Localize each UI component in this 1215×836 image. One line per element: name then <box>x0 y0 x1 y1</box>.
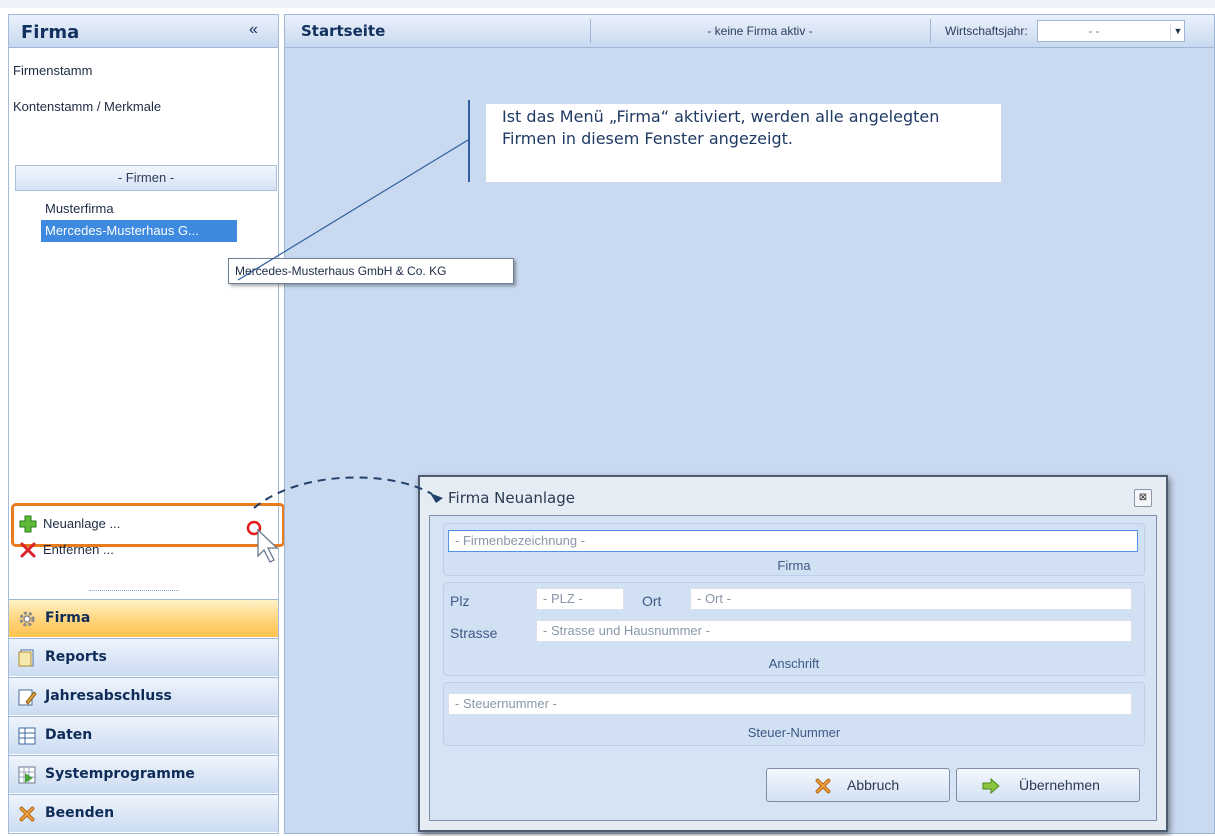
fiscal-year-select[interactable]: - - ▼ <box>1037 20 1185 42</box>
nav-button-jahresabschluss[interactable]: Jahresabschluss <box>9 677 278 715</box>
apply-label: Übernehmen <box>1019 777 1100 793</box>
annotation-bracket <box>468 100 470 182</box>
dialog-title: Firma Neuanlage <box>448 489 575 507</box>
table-icon <box>18 727 36 745</box>
gear-icon <box>19 611 35 627</box>
nav-label-jahresabschluss: Jahresabschluss <box>45 688 172 704</box>
new-company-dialog: Firma Neuanlage ⊠ - Firmenbezeichnung - … <box>418 475 1168 832</box>
address-group: Plz - PLZ - Ort - Ort - Strasse - Strass… <box>443 582 1145 676</box>
firm-list-item[interactable]: Musterfirma <box>41 199 118 218</box>
annotation-callout: Ist das Menü „Firma“ aktiviert, werden a… <box>486 104 1001 182</box>
green-plus-icon <box>19 515 37 533</box>
cancel-icon <box>815 778 831 794</box>
panel-splitter-handle[interactable] <box>89 590 179 595</box>
edit-document-icon <box>18 689 37 706</box>
ort-input[interactable]: - Ort - <box>690 588 1132 610</box>
plz-input[interactable]: - PLZ - <box>536 588 624 610</box>
firm-list-item-selected[interactable]: Mercedes-Musterhaus G... <box>41 220 237 242</box>
left-panel-title: Firma <box>21 22 80 43</box>
fiscal-year-value: - - <box>1088 24 1100 38</box>
nav-button-systemprogramme[interactable]: Systemprogramme <box>9 755 278 793</box>
street-label: Strasse <box>450 625 498 641</box>
fiscal-year-label: Wirtschaftsjahr: <box>945 24 1028 38</box>
tax-group-caption: Steuer-Nummer <box>747 725 841 740</box>
address-group-caption: Anschrift <box>768 656 820 671</box>
page-title: Startseite <box>301 22 386 40</box>
dialog-body: - Firmenbezeichnung - Firma Plz - PLZ - … <box>429 515 1157 821</box>
header-divider <box>590 19 591 43</box>
nav-label-beenden: Beenden <box>45 805 115 821</box>
grid-arrow-icon <box>18 766 36 784</box>
nav-button-reports[interactable]: Reports <box>9 638 278 676</box>
collapse-panel-button[interactable]: « <box>249 21 258 39</box>
nav-label-daten: Daten <box>45 727 93 743</box>
left-panel-header: Firma « <box>9 15 278 48</box>
arrow-right-icon <box>982 777 1000 795</box>
nav-label-firma: Firma <box>45 610 91 626</box>
close-button[interactable]: ⊠ <box>1134 489 1152 507</box>
header-divider <box>930 19 931 43</box>
plz-label: Plz <box>450 593 470 609</box>
annotation-text: Ist das Menü „Firma“ aktiviert, werden a… <box>502 107 940 148</box>
street-input[interactable]: - Strasse und Hausnummer - <box>536 620 1132 642</box>
apply-button[interactable]: Übernehmen <box>956 768 1140 802</box>
red-x-icon <box>20 542 36 558</box>
nav-button-daten[interactable]: Daten <box>9 716 278 754</box>
tax-group: - Steuernummer - Steuer-Nummer <box>443 682 1145 746</box>
exit-icon <box>19 806 35 822</box>
nav-button-beenden[interactable]: Beenden <box>9 794 278 832</box>
ort-label: Ort <box>642 593 662 609</box>
link-firmenstamm[interactable]: Firmenstamm <box>13 63 92 78</box>
neuanlage-label: Neuanlage ... <box>43 516 121 531</box>
document-icon <box>18 649 34 667</box>
nav-label-reports: Reports <box>45 649 107 665</box>
cancel-label: Abbruch <box>847 777 900 793</box>
active-company-status: - keine Firma aktiv - <box>707 24 813 38</box>
nav-button-firma[interactable]: Firma <box>9 599 278 637</box>
firma-group-caption: Firma <box>777 558 811 573</box>
left-panel: Firma « Firmenstamm Kontenstamm / Merkma… <box>8 14 285 834</box>
company-name-input[interactable]: - Firmenbezeichnung - <box>448 530 1138 552</box>
entfernen-label: Entfernen ... <box>43 542 114 557</box>
chevron-down-icon[interactable]: ▼ <box>1170 23 1185 39</box>
top-border <box>0 0 1215 8</box>
firmen-section-header: - Firmen - <box>15 165 277 191</box>
cancel-button[interactable]: Abbruch <box>766 768 950 802</box>
firm-tooltip: Mercedes-Musterhaus GmbH & Co. KG <box>228 258 514 284</box>
tax-number-input[interactable]: - Steuernummer - <box>448 693 1132 715</box>
firma-group: - Firmenbezeichnung - Firma <box>443 523 1145 576</box>
main-header: Startseite - keine Firma aktiv - Wirtsch… <box>285 15 1214 48</box>
nav-label-systemprogramme: Systemprogramme <box>45 766 195 782</box>
link-kontenstamm[interactable]: Kontenstamm / Merkmale <box>13 99 161 114</box>
